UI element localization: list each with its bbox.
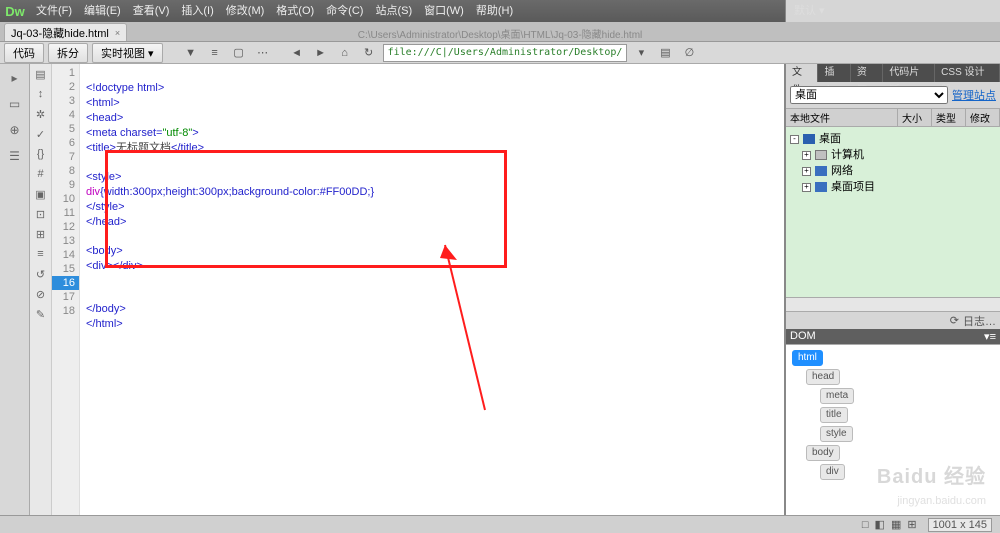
workspace-switcher[interactable]: 默认 ▾ [786, 0, 1000, 22]
menu-item[interactable]: 命令(C) [320, 0, 369, 22]
files-header: 本地文件大小类型修改 [786, 108, 1000, 127]
site-dropdown[interactable]: 桌面 [790, 86, 948, 104]
tool-icon[interactable]: ⊘ [33, 286, 49, 302]
document-path: C:\Users\Administrator\Desktop\桌面\HTML\J… [358, 26, 643, 41]
tree-item[interactable]: +桌面项目 [790, 179, 996, 195]
status-bar: □ ◧ ▦ ⊞ 1001 x 145 [0, 515, 1000, 533]
code-gutter-tools: ▤ ↕ ✲ ✓ {} # ▣ ⊡ ⊞ ≡ ↺ ⊘ ✎ [30, 64, 52, 515]
media-icon[interactable]: ▭ [4, 94, 26, 114]
close-icon[interactable]: × [115, 28, 120, 38]
list-icon[interactable]: ≡ [205, 44, 225, 62]
status-icon[interactable]: ◧ [875, 519, 885, 531]
addr-more-icon[interactable]: ▤ [655, 44, 675, 62]
dom-node[interactable]: meta [820, 386, 994, 405]
menu-item[interactable]: 插入(I) [175, 0, 219, 22]
tool-icon[interactable]: ⊡ [33, 206, 49, 222]
manage-sites-link[interactable]: 管理站点 [952, 87, 996, 103]
tool-icon[interactable]: {} [33, 146, 49, 162]
document-tab[interactable]: Jq-03-隐藏hide.html × [4, 23, 127, 41]
code-editor[interactable]: ▤ ↕ ✲ ✓ {} # ▣ ⊡ ⊞ ≡ ↺ ⊘ ✎ 1234567891011… [30, 64, 784, 515]
tool-icon[interactable]: ↺ [33, 266, 49, 282]
code-view-button[interactable]: 代码 [4, 43, 44, 63]
files-tree[interactable]: -桌面+计算机+网络+桌面项目 [786, 127, 1000, 297]
menu-item[interactable]: 帮助(H) [470, 0, 519, 22]
panel-tab[interactable]: CSS 设计器 [935, 64, 1000, 82]
panel-tabs: 文件插入资源代码片断CSS 设计器 [786, 64, 1000, 82]
status-icon[interactable]: ▦ [891, 519, 901, 531]
dropdown-icon[interactable]: ▼ [181, 44, 201, 62]
dom-title: DOM [790, 330, 816, 343]
dom-tree[interactable]: htmlheadmetatitlestylebodydivBaidu 经验 ji… [786, 344, 1000, 515]
app-logo: Dw [0, 0, 30, 22]
dom-node[interactable]: body [806, 443, 994, 462]
dom-panel-header: DOM ▾≡ [786, 329, 1000, 344]
document-tab-label: Jq-03-隐藏hide.html [11, 25, 109, 41]
split-view-button[interactable]: 拆分 [48, 43, 88, 63]
menu-item[interactable]: 文件(F) [30, 0, 78, 22]
viewport-size[interactable]: 1001 x 145 [928, 518, 992, 532]
view-toolbar: 代码 拆分 实时视图 ▾ ▼ ≡ ▢ ⋯ ◄ ► ⌂ ↻ file:///C|/… [0, 42, 1000, 64]
doc-icon[interactable]: ▢ [229, 44, 249, 62]
expand-icon[interactable]: ▸ [4, 68, 26, 88]
live-view-button[interactable]: 实时视图 ▾ [92, 43, 163, 63]
watermark-url: jingyan.baidu.com [897, 495, 986, 507]
nav-back-icon[interactable]: ◄ [287, 44, 307, 62]
column-header[interactable]: 本地文件 [786, 109, 898, 126]
list-icon[interactable]: ☰ [4, 146, 26, 166]
side-panels: 文件插入资源代码片断CSS 设计器 桌面 管理站点 本地文件大小类型修改 -桌面… [785, 64, 1000, 515]
tool-icon[interactable]: ≡ [33, 246, 49, 262]
dom-node[interactable]: style [820, 424, 994, 443]
tool-icon[interactable]: ⊞ [33, 226, 49, 242]
tool-icon[interactable]: ▤ [33, 66, 49, 82]
column-header[interactable]: 修改 [966, 109, 1000, 126]
panel-tab[interactable]: 文件 [786, 64, 818, 82]
tool-icon[interactable]: ▣ [33, 186, 49, 202]
options-icon[interactable]: ⋯ [253, 44, 273, 62]
title-bar: Dw 文件(F)编辑(E)查看(V)插入(I)修改(M)格式(O)命令(C)站点… [0, 0, 1000, 22]
home-icon[interactable]: ⌂ [335, 44, 355, 62]
nav-forward-icon[interactable]: ► [311, 44, 331, 62]
left-toolbar: ▸ ▭ ⊕ ☰ [0, 64, 30, 515]
refresh-icon[interactable]: ↻ [359, 44, 379, 62]
tree-item[interactable]: -桌面 [790, 131, 996, 147]
status-icon[interactable]: ⊞ [907, 519, 916, 531]
tree-item[interactable]: +网络 [790, 163, 996, 179]
insert-icon[interactable]: ⊕ [4, 120, 26, 140]
menu-item[interactable]: 查看(V) [127, 0, 176, 22]
addr-dropdown-icon[interactable]: ▾ [631, 44, 651, 62]
panel-tab[interactable]: 代码片断 [883, 64, 935, 82]
tool-icon[interactable]: ✎ [33, 306, 49, 322]
menu-item[interactable]: 修改(M) [220, 0, 271, 22]
menu-item[interactable]: 格式(O) [270, 0, 320, 22]
menu-item[interactable]: 编辑(E) [78, 0, 127, 22]
menu-bar: 文件(F)编辑(E)查看(V)插入(I)修改(M)格式(O)命令(C)站点(S)… [30, 0, 519, 22]
address-bar[interactable]: file:///C|/Users/Administrator/Desktop/ [383, 44, 628, 62]
panel-menu-icon[interactable]: ▾≡ [984, 330, 996, 343]
menu-item[interactable]: 窗口(W) [418, 0, 470, 22]
document-tabstrip: Jq-03-隐藏hide.html × C:\Users\Administrat… [0, 22, 1000, 42]
refresh-icon[interactable]: ⟳ [950, 314, 959, 327]
scrollbar-horizontal[interactable] [786, 297, 1000, 311]
tree-item[interactable]: +计算机 [790, 147, 996, 163]
log-link[interactable]: 日志… [963, 313, 996, 329]
panel-tab[interactable]: 资源 [851, 64, 883, 82]
dom-node[interactable]: title [820, 405, 994, 424]
dom-node[interactable]: head [806, 367, 994, 386]
panel-tab[interactable]: 插入 [818, 64, 850, 82]
dom-node[interactable]: div [820, 462, 994, 481]
block-icon[interactable]: ∅ [679, 44, 699, 62]
column-header[interactable]: 类型 [932, 109, 966, 126]
status-icon[interactable]: □ [862, 519, 869, 531]
code-content[interactable]: <!doctype html> <html> <head> <meta char… [80, 64, 784, 515]
dom-node[interactable]: html [792, 348, 994, 367]
column-header[interactable]: 大小 [898, 109, 932, 126]
tool-icon[interactable]: ↕ [33, 86, 49, 102]
tool-icon[interactable]: ✓ [33, 126, 49, 142]
line-numbers: 123456789101112131415161718 [52, 64, 80, 515]
menu-item[interactable]: 站点(S) [369, 0, 418, 22]
tool-icon[interactable]: # [33, 166, 49, 182]
tool-icon[interactable]: ✲ [33, 106, 49, 122]
